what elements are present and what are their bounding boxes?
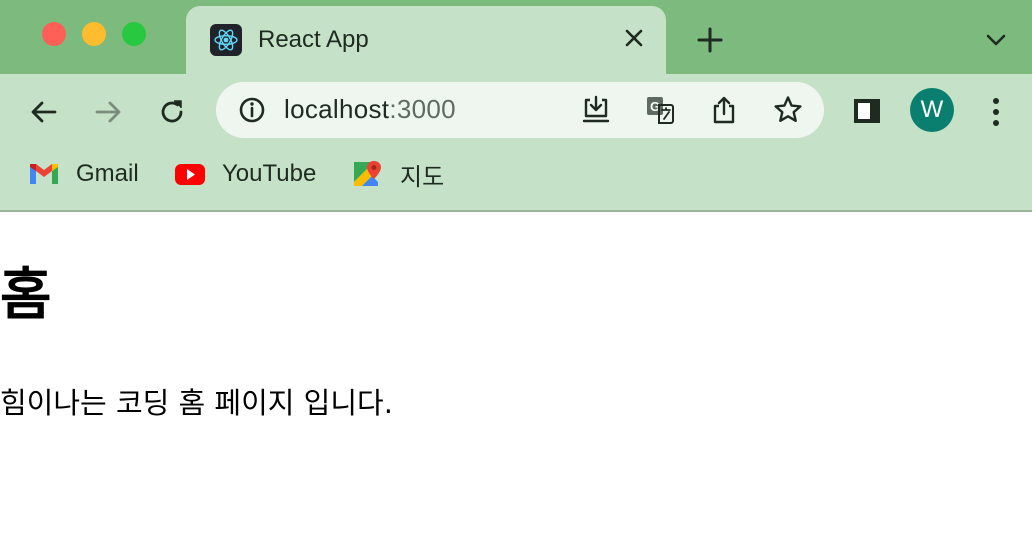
page-heading: 홈 [0, 263, 52, 328]
url-port: :3000 [389, 94, 456, 124]
side-panel-icon[interactable] [852, 96, 882, 126]
back-button[interactable] [24, 92, 64, 132]
bookmark-label: Gmail [76, 160, 139, 187]
forward-button[interactable] [88, 92, 128, 132]
window-close-button[interactable] [42, 22, 66, 46]
browser-toolbar: localhost:3000 G W Gmail YouTube 지도 [0, 74, 1032, 212]
translate-icon[interactable]: G [644, 94, 676, 126]
tab-search-chevron-icon[interactable] [982, 28, 1010, 52]
bookmark-youtube[interactable]: YouTube [174, 156, 316, 192]
site-info-icon[interactable] [236, 94, 268, 126]
tab-react-app[interactable]: React App [186, 6, 666, 74]
page-content: 홈 힘이나는 코딩 홈 페이지 입니다. [0, 212, 1032, 538]
bookmark-maps[interactable]: 지도 [352, 156, 444, 192]
new-tab-button[interactable] [694, 24, 726, 56]
window-minimize-button[interactable] [82, 22, 106, 46]
install-app-icon[interactable] [580, 94, 612, 126]
bookmark-gmail[interactable]: Gmail [28, 156, 139, 192]
bookmark-star-icon[interactable] [772, 94, 804, 126]
url-text[interactable]: localhost:3000 [284, 94, 456, 125]
youtube-icon [175, 164, 205, 185]
share-icon[interactable] [708, 94, 740, 126]
tab-title: React App [258, 26, 369, 53]
maps-icon [354, 161, 381, 186]
address-bar[interactable]: localhost:3000 G [216, 82, 824, 138]
page-paragraph: 힘이나는 코딩 홈 페이지 입니다. [0, 386, 393, 420]
url-host: localhost [284, 94, 390, 124]
bookmark-label: YouTube [222, 160, 317, 187]
bookmark-label: 지도 [400, 162, 445, 191]
more-menu-icon[interactable] [980, 92, 1012, 132]
tab-close-icon[interactable] [620, 24, 648, 52]
arrow-left-icon [31, 101, 57, 123]
react-logo-icon [210, 24, 242, 56]
title-bar: React App [0, 0, 1032, 74]
reload-icon [161, 100, 183, 123]
window-maximize-button[interactable] [122, 22, 146, 46]
profile-avatar[interactable]: W [910, 88, 954, 132]
arrow-right-icon [95, 101, 121, 123]
gmail-icon [30, 164, 58, 184]
reload-button[interactable] [152, 92, 192, 132]
